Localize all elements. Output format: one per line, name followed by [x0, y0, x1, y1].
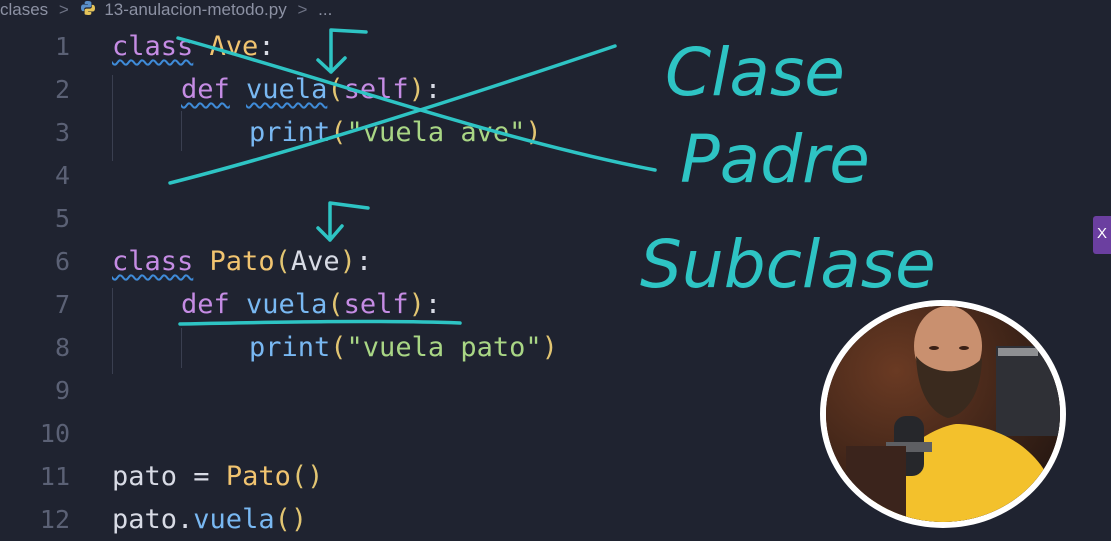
code-text: class Pato(Ave): — [112, 246, 373, 277]
line-number: 7 — [54, 290, 70, 319]
close-icon[interactable]: X — [1097, 225, 1107, 242]
code-text: def vuela(self): — [181, 74, 442, 105]
code-line[interactable]: 1 class Ave: — [0, 25, 1100, 68]
line-number: 8 — [54, 333, 70, 362]
code-line[interactable]: 6 class Pato(Ave): — [0, 240, 1100, 283]
line-number: 5 — [54, 204, 70, 233]
line-number: 4 — [54, 161, 70, 190]
presenter-video — [826, 306, 1060, 522]
side-panel-tab[interactable]: X — [1093, 216, 1111, 254]
line-number: 3 — [54, 118, 70, 147]
python-file-icon — [80, 0, 96, 21]
code-line[interactable]: 5 — [0, 197, 1100, 240]
line-number: 11 — [39, 462, 70, 491]
breadcrumb-separator: > — [58, 0, 69, 19]
webcam-overlay — [820, 300, 1066, 528]
line-number: 10 — [39, 419, 70, 448]
line-number: 6 — [54, 247, 70, 276]
code-line[interactable]: 2 def vuela(self): — [0, 68, 1100, 111]
line-number: 12 — [39, 505, 70, 534]
line-number: 9 — [54, 376, 70, 405]
code-text: pato = Pato() — [112, 461, 324, 492]
code-text: print("vuela pato") — [249, 332, 558, 363]
code-text: class Ave: — [112, 31, 275, 62]
breadcrumb-file[interactable]: 13-anulacion-metodo.py — [104, 0, 286, 19]
breadcrumb-separator: > — [297, 0, 308, 19]
code-text: print("vuela ave") — [249, 117, 542, 148]
code-line[interactable]: 3 print("vuela ave") — [0, 111, 1100, 154]
line-number: 2 — [54, 75, 70, 104]
line-number: 1 — [54, 32, 70, 61]
code-text: def vuela(self): — [181, 289, 442, 320]
code-line[interactable]: 4 — [0, 154, 1100, 197]
code-text: pato.vuela() — [112, 504, 308, 535]
breadcrumb: clases > 13-anulacion-metodo.py > ... — [0, 0, 332, 22]
breadcrumb-folder[interactable]: clases — [0, 0, 48, 19]
breadcrumb-ellipsis[interactable]: ... — [318, 0, 332, 19]
